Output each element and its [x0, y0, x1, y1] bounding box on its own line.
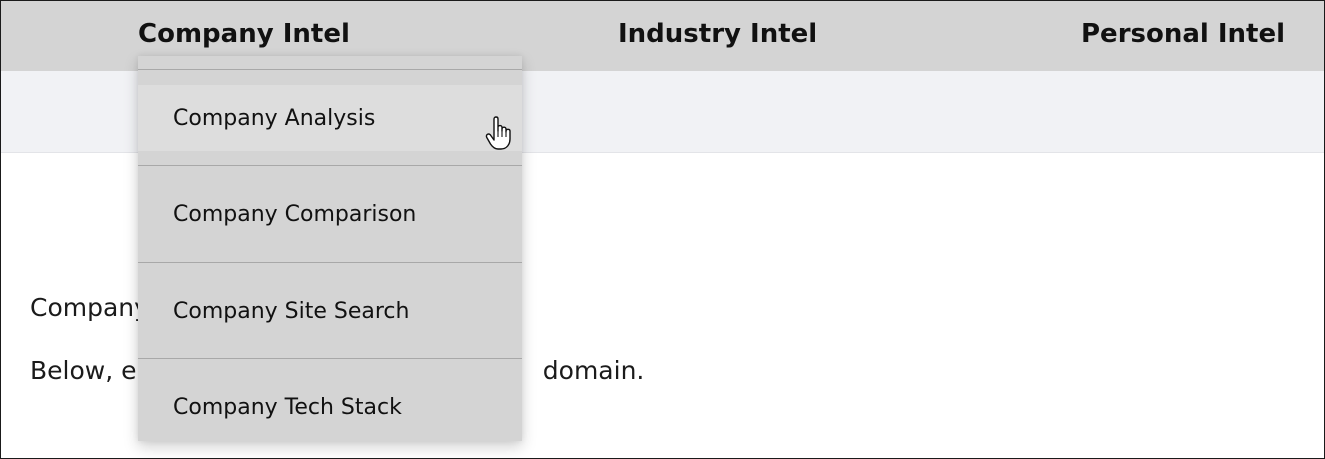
dropdown-item-company-site-search[interactable]: Company Site Search: [138, 263, 522, 359]
dropdown-item-company-comparison[interactable]: Company Comparison: [138, 166, 522, 262]
nav-industry-intel[interactable]: Industry Intel: [618, 19, 817, 49]
content-heading: Company: [30, 293, 149, 322]
app-window: Company Intel Industry Intel Personal In…: [0, 0, 1325, 459]
hand-pointer-icon: [485, 116, 511, 150]
dropdown-item-company-tech-stack[interactable]: Company Tech Stack: [138, 359, 522, 455]
nav-company-intel[interactable]: Company Intel: [138, 19, 350, 49]
content-instructions-start: Below, er: [30, 356, 147, 385]
company-intel-dropdown: Company Analysis Company Comparison Comp…: [138, 56, 522, 441]
dropdown-item-company-analysis[interactable]: Company Analysis: [138, 85, 522, 151]
dropdown-divider: [138, 69, 522, 70]
content-instructions-end: domain.: [542, 356, 645, 385]
nav-personal-intel[interactable]: Personal Intel: [1081, 19, 1285, 49]
